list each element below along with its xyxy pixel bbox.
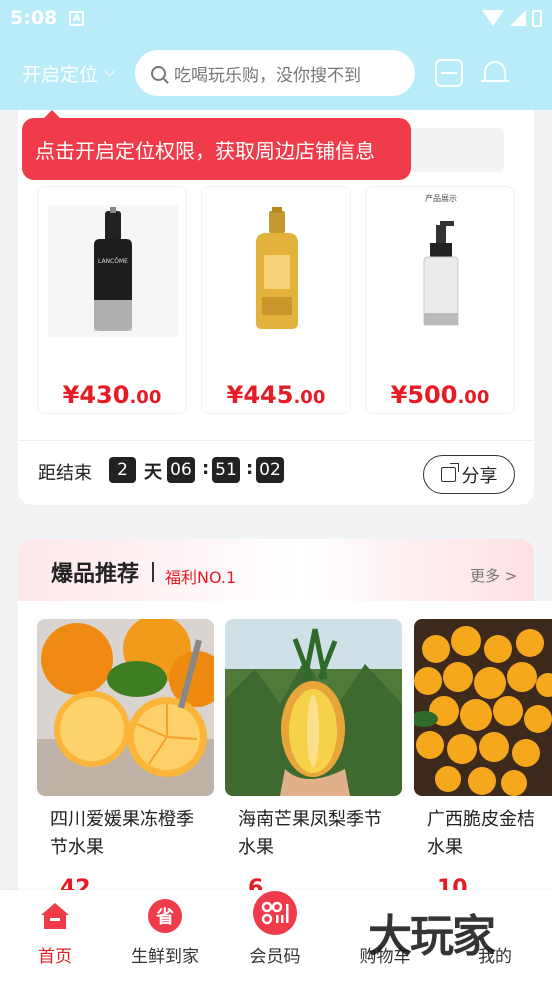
product-image-pineapple[interactable] [225,619,402,796]
member-code-icon [253,891,297,935]
divider [18,440,534,441]
share-icon [440,463,459,482]
product-card-1[interactable]: LANCÔME ¥430.00 [37,186,187,414]
tab-fresh-delivery[interactable]: 省 生鲜到家 [110,890,220,983]
search-icon [151,65,167,81]
status-bar: 5:08 A [0,0,552,36]
hot-section-title: 爆品推荐 [51,562,140,587]
svg-text:省: 省 [155,906,174,928]
location-selector[interactable]: 开启定位 [22,60,115,87]
location-tooltip[interactable]: 点击开启定位权限，获取周边店铺信息 [22,110,411,180]
product-name[interactable]: 四川爱媛果冻橙季节水果 [50,806,210,862]
product-image-kumquats[interactable] [414,619,552,796]
product-image-serum-gold [212,205,342,337]
status-time: 5:08 [10,7,58,29]
countdown-seconds: 02 [256,457,284,483]
save-icon: 省 [148,899,182,933]
tab-label: 会员码 [249,947,301,967]
product-image-lotion-white [376,205,506,337]
share-label: 分享 [461,465,498,487]
scan-icon[interactable] [435,59,464,87]
product-image-oranges[interactable] [37,619,214,796]
product-card-2[interactable]: ¥445.00 [201,186,351,414]
countdown-days-unit: 天 [144,462,162,483]
product-name[interactable]: 海南芒果凤梨季节水果 [238,806,398,862]
product-card-3[interactable]: 产品展示 ¥500.00 [365,186,515,414]
countdown-minutes: 51 [212,457,240,483]
wifi-icon [482,10,504,26]
product-price: ¥445.00 [226,381,326,409]
watermark-logo: 大玩家 [368,911,496,962]
chevron-down-icon [104,66,115,76]
signal-icon [510,10,526,26]
countdown-hours: 06 [167,457,195,483]
countdown-label: 距结束 [38,463,92,484]
home-icon [41,903,69,929]
countdown-separator: : [202,458,210,479]
location-label: 开启定位 [22,63,99,86]
status-icons [482,9,542,27]
search-placeholder: 吃喝玩乐购，没你搜不到 [174,65,362,86]
product-image-serum-black: LANCÔME [48,205,178,337]
tooltip-text: 点击开启定位权限，获取周边店铺信息 [35,138,375,163]
product-banner-text: 产品展示 [425,194,457,203]
product-price: ¥500.00 [390,381,490,409]
countdown-separator: : [246,458,254,479]
more-link[interactable]: 更多 > [470,565,517,586]
share-button[interactable]: 分享 [423,455,515,494]
divider [152,562,154,582]
brand-text: LANCÔME [98,258,128,265]
tab-member-code[interactable]: 会员码 [220,890,330,983]
product-name[interactable]: 广西脆皮金桔水果 [427,806,552,862]
product-price: ¥430.00 [62,381,162,409]
app-header: 开启定位 吃喝玩乐购，没你搜不到 [0,36,552,110]
tab-label: 生鲜到家 [131,947,199,967]
hot-section-subtitle: 福利NO.1 [165,568,237,587]
tab-label: 首页 [38,947,72,967]
notification-icon: A [69,10,85,26]
countdown-days: 2 [109,457,136,483]
tab-home[interactable]: 首页 [0,890,110,983]
search-input[interactable]: 吃喝玩乐购，没你搜不到 [135,50,416,96]
battery-icon [532,9,542,27]
bell-icon[interactable] [481,59,510,87]
